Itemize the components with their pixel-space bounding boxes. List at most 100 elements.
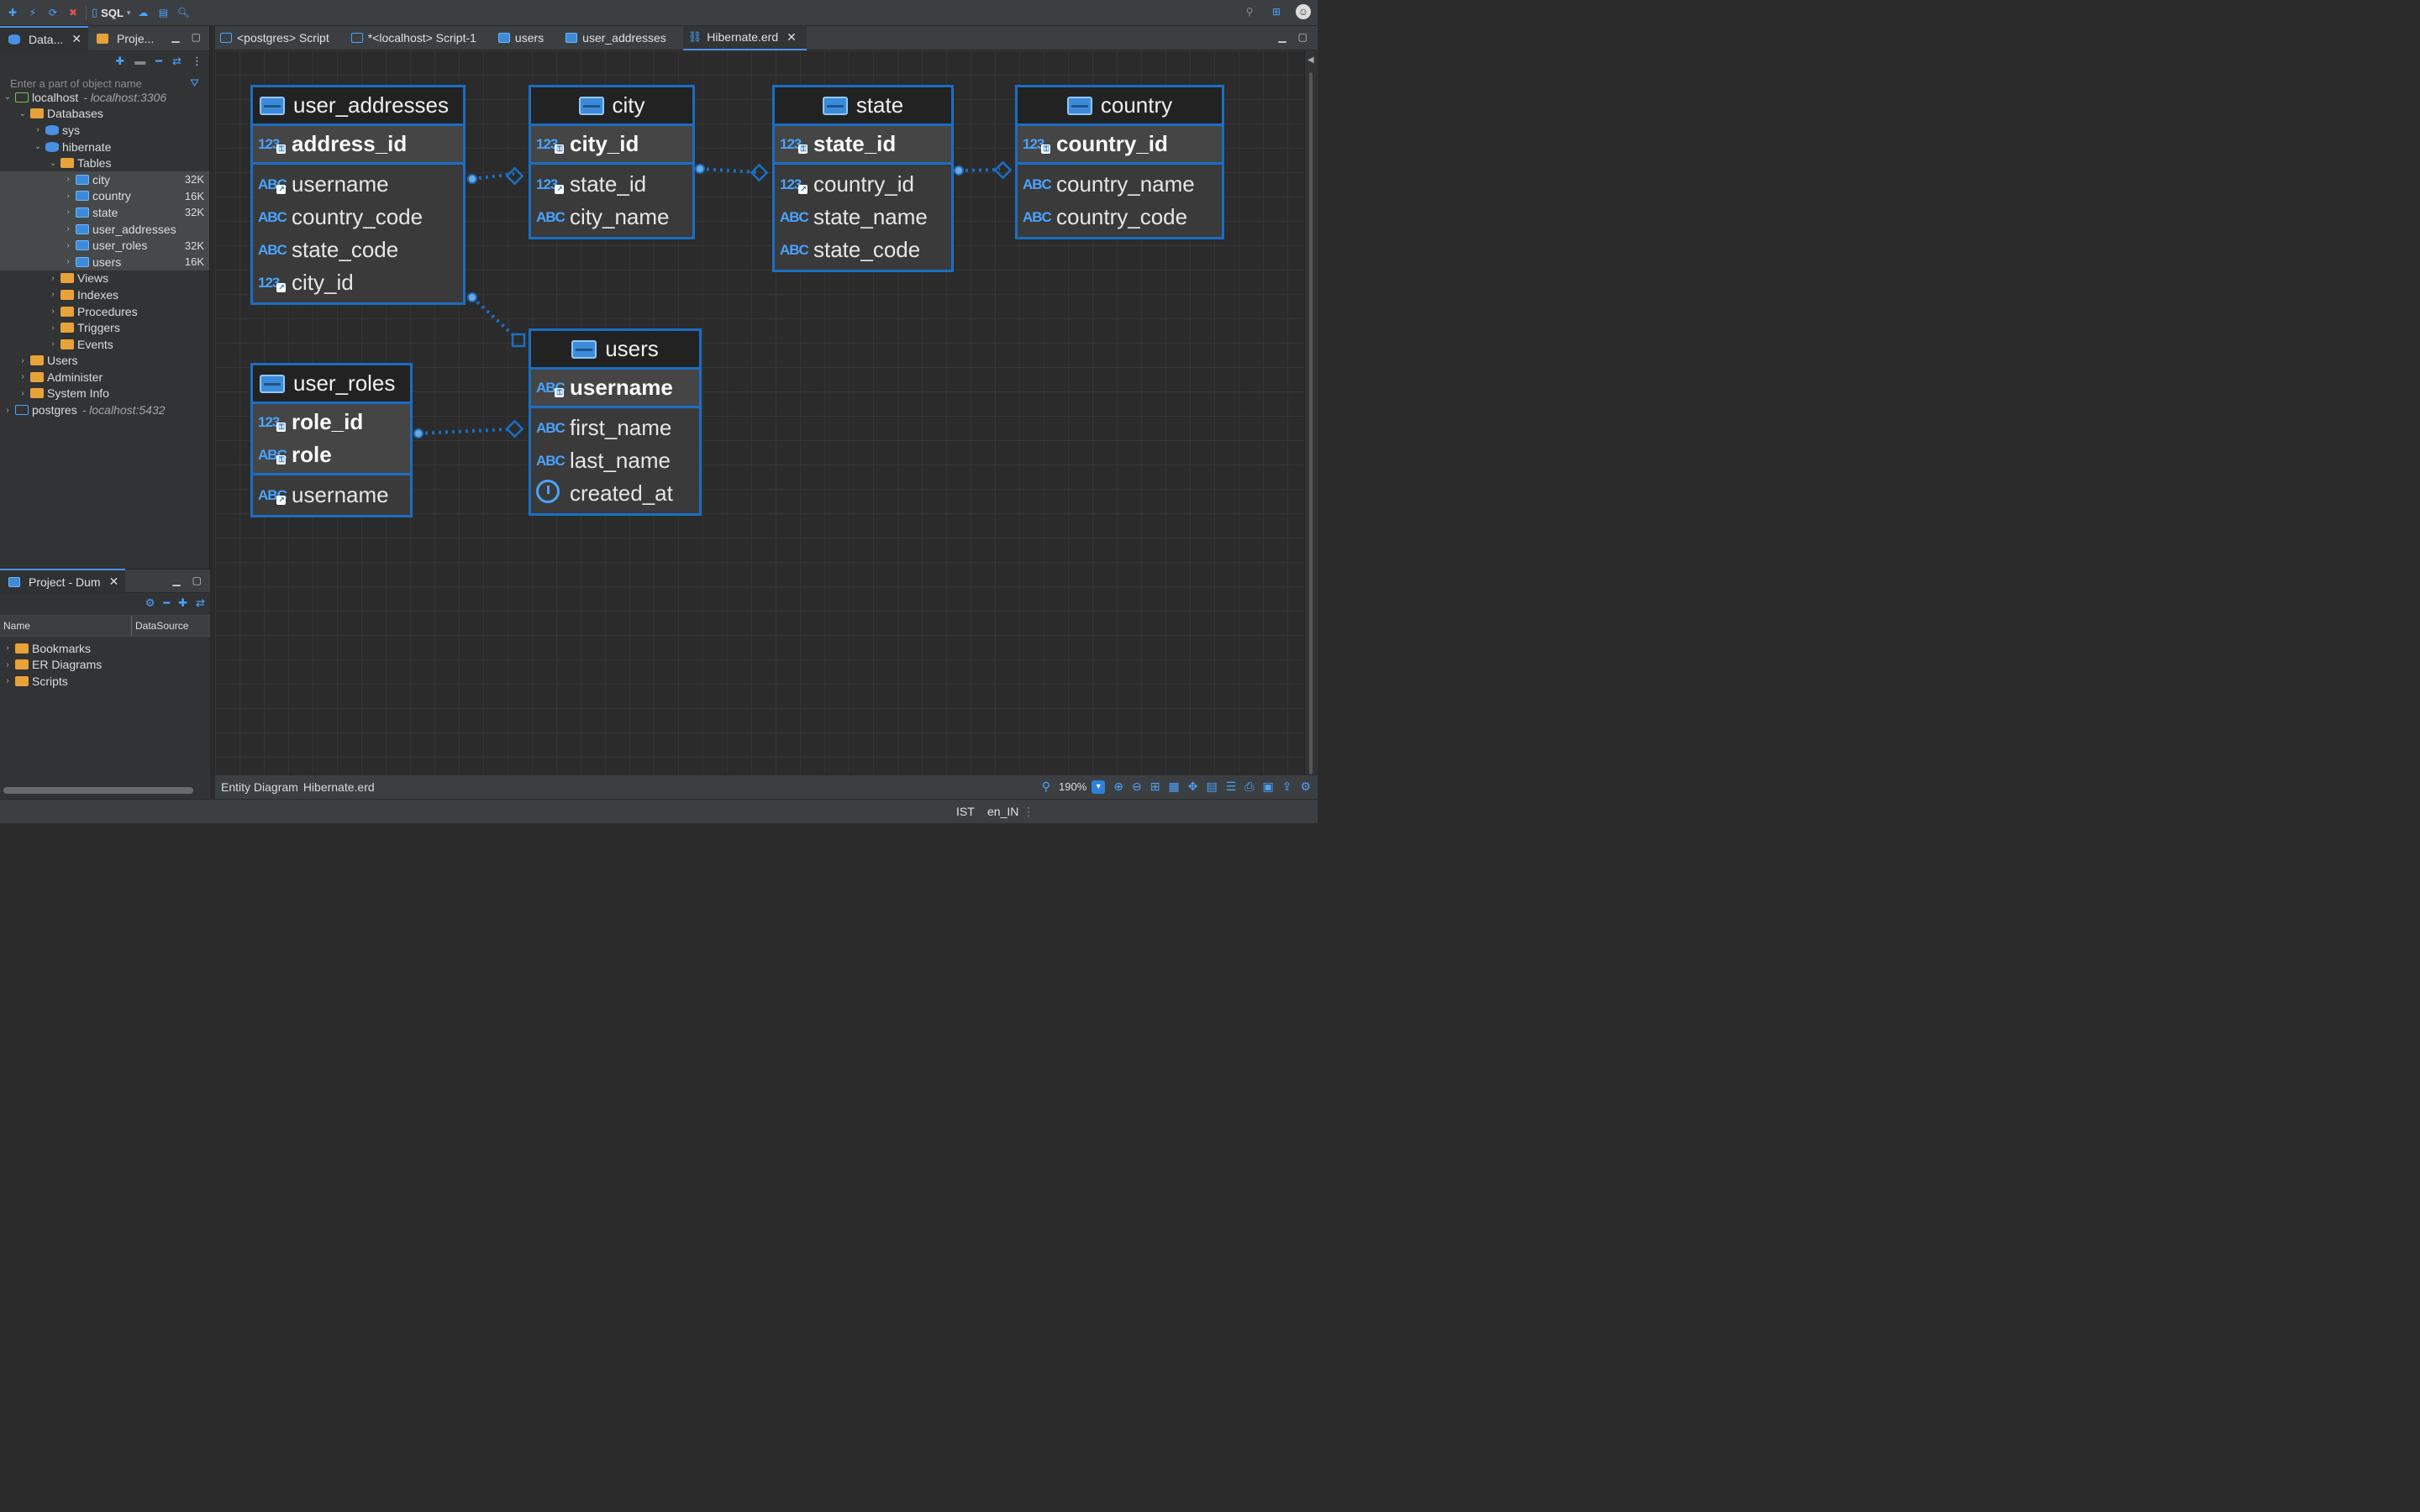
- tree-item-table[interactable]: › user_roles 32K: [0, 237, 209, 254]
- attributes-icon[interactable]: ☰: [1226, 780, 1237, 794]
- tree-item-system-info[interactable]: › System Info: [0, 386, 209, 402]
- link-editor-icon[interactable]: ⇄: [196, 596, 205, 610]
- chevron-right-icon[interactable]: ›: [17, 389, 29, 398]
- attribute-row[interactable]: 123 ⚿ city_id: [531, 128, 692, 160]
- zoom-in-icon[interactable]: ⊕: [1113, 780, 1123, 794]
- new-connection-icon[interactable]: ✚: [115, 55, 124, 68]
- new-connection-icon[interactable]: ✚: [5, 5, 20, 20]
- tab-users[interactable]: users: [493, 26, 554, 50]
- status-menu-icon[interactable]: ⋮: [1023, 805, 1034, 819]
- attribute-row[interactable]: ABC ↗ username: [253, 479, 410, 512]
- chevron-right-icon[interactable]: ›: [47, 323, 59, 333]
- tree-item-tables[interactable]: ⌄ Tables: [0, 155, 209, 171]
- grid-icon[interactable]: ▦: [1169, 780, 1180, 794]
- view-menu-icon[interactable]: ⋮: [192, 55, 203, 68]
- maximize-icon[interactable]: ▢: [192, 575, 202, 586]
- tree-item-indexes[interactable]: › Indexes: [0, 286, 209, 303]
- tree-item-users[interactable]: › Users: [0, 353, 209, 370]
- chevron-down-icon[interactable]: ⌄: [47, 159, 59, 168]
- chevron-right-icon[interactable]: ›: [47, 290, 59, 299]
- chevron-right-icon[interactable]: ›: [62, 257, 74, 266]
- chevron-right-icon[interactable]: ›: [62, 241, 74, 250]
- relation-line[interactable]: [418, 428, 510, 435]
- entity-users[interactable]: users ABC ⚿ username ABC first_name ABC last…: [529, 328, 702, 516]
- chevron-right-icon[interactable]: ›: [62, 192, 74, 201]
- relation-line[interactable]: [471, 296, 516, 338]
- transaction-mode-icon[interactable]: ☁: [135, 5, 150, 20]
- chevron-right-icon[interactable]: ›: [62, 207, 74, 217]
- tree-item-table[interactable]: › country 16K: [0, 187, 209, 205]
- chevron-right-icon[interactable]: ›: [32, 125, 44, 134]
- chevron-right-icon[interactable]: ›: [62, 175, 74, 184]
- disconnect-icon[interactable]: ✖: [66, 5, 81, 20]
- close-icon[interactable]: ✕: [786, 30, 797, 45]
- chevron-right-icon[interactable]: ›: [47, 274, 59, 283]
- erd-canvas[interactable]: user_addresses 123 ⚿ address_id ABC ↗ userna…: [215, 50, 1304, 774]
- collapse-all-icon[interactable]: ━: [155, 55, 162, 68]
- entity-country[interactable]: country 123 ⚿ country_id ABC country_name A…: [1015, 85, 1224, 239]
- chevron-down-icon[interactable]: ⌄: [2, 92, 13, 102]
- attribute-row[interactable]: ABC first_name: [531, 412, 699, 444]
- gear-icon[interactable]: ⚙: [1300, 780, 1311, 794]
- export-icon[interactable]: ⇪: [1282, 780, 1292, 794]
- sql-editor-button[interactable]: ▯ SQL ▾: [92, 6, 130, 19]
- project-item-scripts[interactable]: › Scripts: [0, 673, 210, 690]
- scrollbar-thumb[interactable]: [1309, 72, 1313, 774]
- attribute-row[interactable]: 123 ⚿ country_id: [1018, 128, 1222, 160]
- chevron-right-icon[interactable]: ›: [2, 406, 13, 415]
- tree-item-localhost[interactable]: ⌄ localhost - localhost:3306: [0, 89, 209, 106]
- move-icon[interactable]: ✥: [1188, 780, 1198, 794]
- entity-city[interactable]: city 123 ⚿ city_id 123 ↗ state_id ABC city_na…: [529, 85, 695, 239]
- chevron-right-icon[interactable]: ›: [17, 356, 29, 365]
- tree-item-table[interactable]: › users 16K: [0, 253, 209, 270]
- tree-item-administer[interactable]: › Administer: [0, 369, 209, 386]
- chevron-right-icon[interactable]: ›: [47, 307, 59, 316]
- close-icon[interactable]: ✕: [71, 32, 82, 46]
- tab-user-addresses[interactable]: user_addresses: [560, 26, 676, 50]
- zoom-select[interactable]: 190% ▾: [1059, 780, 1106, 794]
- reconnect-icon[interactable]: ⟳: [45, 5, 60, 20]
- print-icon[interactable]: ⎙: [1244, 780, 1254, 794]
- gear-icon[interactable]: ⚙: [145, 596, 155, 610]
- project-item-er-diagrams[interactable]: › ER Diagrams: [0, 657, 210, 674]
- link-editor-icon[interactable]: ⇄: [172, 55, 182, 68]
- tree-item-procedures[interactable]: › Procedures: [0, 303, 209, 320]
- tab-postgres-script[interactable]: <postgres> Script: [215, 26, 339, 50]
- attribute-row[interactable]: ABC state_name: [775, 201, 951, 234]
- minimize-icon[interactable]: ▁: [171, 31, 179, 43]
- notes-icon[interactable]: ▤: [1206, 780, 1217, 794]
- save-image-icon[interactable]: ▣: [1262, 780, 1273, 794]
- zoom-out-icon[interactable]: ⊖: [1132, 780, 1142, 794]
- attribute-row[interactable]: 123 ⚿ address_id: [253, 128, 463, 160]
- attribute-row[interactable]: 123 ⚿ role_id: [253, 406, 410, 438]
- search-icon[interactable]: ⚲: [1042, 780, 1050, 794]
- entity-user-roles[interactable]: user_roles 123 ⚿ role_id ABC ⚿ role ABC ↗ user…: [250, 363, 413, 517]
- relation-line[interactable]: [699, 167, 759, 174]
- user-avatar-icon[interactable]: ☺: [1296, 4, 1311, 19]
- tab-project-dum[interactable]: Project - Dum ✕: [0, 568, 126, 594]
- database-tools-icon[interactable]: ▤: [155, 5, 171, 20]
- locale-indicator[interactable]: en_IN: [987, 805, 1018, 818]
- chevron-down-icon[interactable]: ⌄: [32, 142, 44, 151]
- tab-projects[interactable]: Proje...: [88, 26, 160, 51]
- close-icon[interactable]: ✕: [109, 575, 119, 589]
- chevron-right-icon[interactable]: ›: [47, 339, 59, 349]
- attribute-row[interactable]: 123 ↗ state_id: [531, 168, 692, 201]
- global-search-icon[interactable]: ⚲: [1242, 4, 1257, 19]
- collapse-all-icon[interactable]: ━: [163, 596, 170, 610]
- relation-line[interactable]: [958, 168, 1001, 172]
- chevron-right-icon[interactable]: ›: [2, 643, 13, 653]
- entity-user-addresses[interactable]: user_addresses 123 ⚿ address_id ABC ↗ userna…: [250, 85, 466, 305]
- tree-item-postgres[interactable]: › postgres - localhost:5432: [0, 402, 209, 418]
- tab-localhost-script[interactable]: *<localhost> Script-1: [346, 26, 487, 50]
- add-icon[interactable]: ✚: [178, 596, 187, 610]
- column-header-datasource[interactable]: DataSource: [132, 620, 188, 632]
- tree-item-views[interactable]: › Views: [0, 270, 209, 287]
- tree-item-table[interactable]: › city 32K: [0, 171, 209, 188]
- attribute-row[interactable]: ABC country_code: [253, 201, 463, 234]
- attribute-row[interactable]: 123 ↗ country_id: [775, 168, 951, 201]
- project-item-bookmarks[interactable]: › Bookmarks: [0, 640, 210, 657]
- chevron-right-icon[interactable]: ›: [62, 224, 74, 234]
- attribute-row[interactable]: 123 ↗ city_id: [253, 266, 463, 299]
- tree-item-sys[interactable]: › sys: [0, 122, 209, 139]
